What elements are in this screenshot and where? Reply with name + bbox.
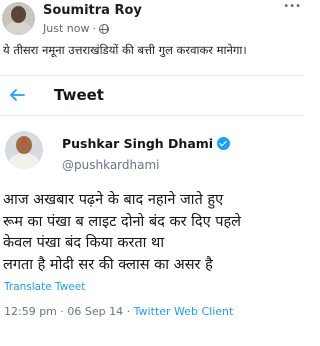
tweet-text: आज अखबार पढ़ने के बाद नहाने जाते हुए रूम… — [3, 190, 303, 276]
tweet-time: 12:59 pm — [4, 305, 57, 318]
tweet-date: 06 Sep 14 — [67, 305, 124, 318]
tweet-text-line: रूम का पंखा ब लाइट दोनो बंद कर दिए पहले — [3, 213, 241, 230]
facebook-post: Soumitra Roy Just now · ••• ये तीसरा नमू… — [0, 0, 304, 73]
tweet-author: Pushkar Singh Dhami — [62, 136, 231, 151]
tweet-header: Tweet — [0, 76, 304, 116]
meta-separator: · — [92, 22, 96, 35]
translate-tweet-link[interactable]: Translate Tweet — [4, 281, 85, 293]
tweet-text-line: आज अखबार पढ़ने के बाद नहाने जाते हुए — [3, 192, 224, 208]
arrow-left-icon[interactable] — [9, 87, 25, 103]
tweet-card: Tweet Pushkar Singh Dhami @pushkardhami … — [0, 75, 304, 346]
post-meta: Just now · — [43, 22, 109, 35]
tweet-author-name[interactable]: Pushkar Singh Dhami — [62, 136, 213, 151]
tweet-client-link[interactable]: Twitter Web Client — [134, 305, 234, 318]
tweet-header-title: Tweet — [54, 86, 104, 104]
verified-badge-icon — [217, 137, 231, 150]
tweet-author-avatar[interactable] — [5, 131, 43, 169]
tweet-footer: 12:59 pm · 06 Sep 14 · Twitter Web Clien… — [4, 305, 234, 318]
tweet-text-line: लगता है मोदी सर की क्लास का असर है — [3, 256, 213, 273]
tweet-author-handle[interactable]: @pushkardhami — [62, 158, 160, 172]
tweet-text-line: केवल पंखा बंद किया करता था — [3, 235, 165, 251]
author-name[interactable]: Soumitra Roy — [43, 3, 142, 18]
globe-icon — [98, 23, 109, 34]
post-caption: ये तीसरा नमूना उत्तराखंडियों की बत्ती गु… — [3, 43, 247, 57]
author-avatar[interactable] — [2, 2, 35, 35]
post-timestamp[interactable]: Just now — [43, 22, 89, 35]
ellipsis-icon[interactable]: ••• — [283, 1, 301, 12]
